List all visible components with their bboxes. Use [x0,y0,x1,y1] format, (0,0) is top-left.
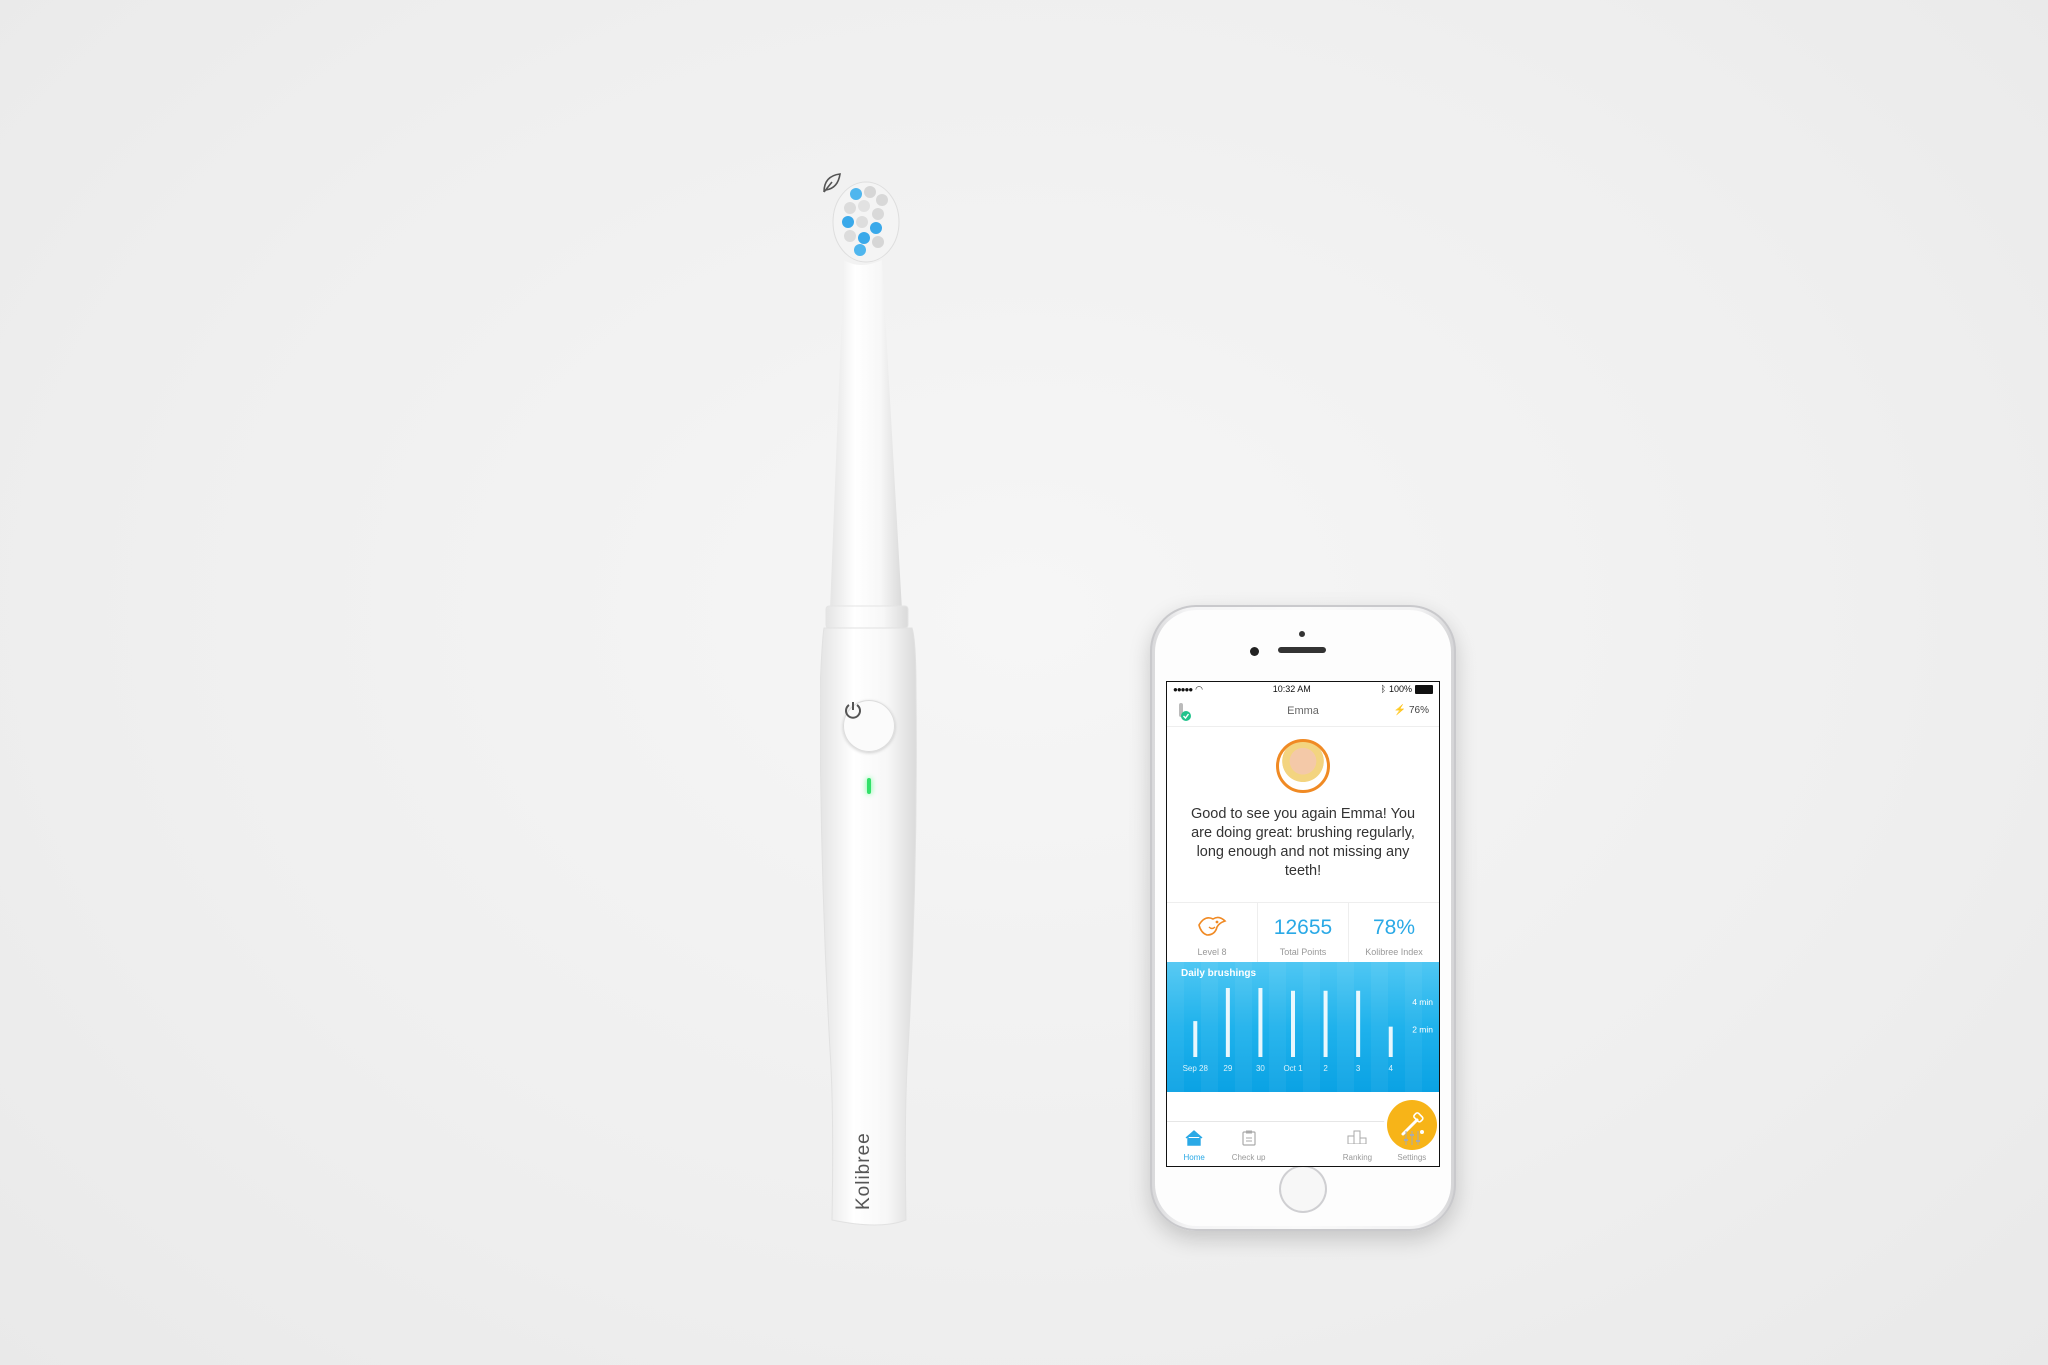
brand-name: Kolibree [853,1132,874,1210]
x-tick-label: 30 [1256,1064,1265,1073]
x-tick-label: Oct 1 [1283,1064,1303,1073]
stat-index[interactable]: 78% Kolibree Index [1349,903,1439,963]
user-name[interactable]: Emma [1287,705,1319,717]
home-button[interactable] [1279,1165,1327,1213]
avatar[interactable] [1276,739,1330,793]
y-tick-label: 4 min [1412,997,1433,1007]
stat-value: 78% [1372,916,1416,939]
stat-value: 12655 [1273,916,1333,939]
tab-bar: Home Check up Ranking Settings [1167,1100,1439,1166]
tab-home[interactable]: Home [1167,1122,1221,1166]
tab-ranking[interactable]: Ranking [1330,1122,1384,1166]
chart-bar[interactable] [1258,988,1263,1057]
podium-icon [1347,1130,1367,1144]
proximity-sensor [1299,631,1305,637]
x-tick-label: 29 [1223,1064,1232,1073]
x-tick-label: 3 [1356,1064,1361,1073]
app-header: Emma ⚡ 76% [1167,696,1439,727]
stat-level[interactable]: Level 8 [1167,903,1258,963]
earpiece [1278,647,1326,653]
power-button[interactable] [843,700,895,752]
chart-stripe [1303,962,1320,1092]
home-icon [1185,1130,1203,1146]
status-time: 10:32 AM [1272,684,1311,694]
app-screen: ●●●●● ◠ 10:32 AM ᛒ 100% Emma ⚡ 76% Good … [1167,682,1439,1166]
toothbrush: Kolibree [820,170,970,1240]
clipboard-icon [1242,1130,1256,1146]
chart-stripe [1167,962,1184,1092]
hummingbird-icon [1198,916,1227,936]
chart-bar[interactable] [1291,990,1295,1057]
y-tick-label: 2 min [1412,1024,1433,1034]
bolt-icon: ⚡ [1393,705,1407,716]
stat-label: Total Points [1279,947,1327,957]
x-tick-label: 2 [1323,1064,1328,1073]
stat-label: Kolibree Index [1365,947,1423,957]
toothbrush-connected-icon[interactable] [1177,702,1191,722]
bluetooth-icon: ᛒ [1380,684,1386,694]
chart-bar[interactable] [1193,1021,1198,1057]
chart-plot: 4 min 2 min Sep 28 29 30 Oct 1 2 3 4 [1167,962,1433,1092]
battery-percent: 100% [1388,684,1412,694]
stat-points[interactable]: 12655 Total Points [1258,903,1349,963]
chart-stripe [1235,962,1252,1092]
status-bar: ●●●●● ◠ 10:32 AM ᛒ 100% [1167,682,1439,696]
chart-bar[interactable] [1356,990,1361,1057]
stat-label: Level 8 [1197,947,1227,957]
battery-icon [1415,684,1433,694]
power-icon [845,702,861,719]
smartphone: ●●●●● ◠ 10:32 AM ᛒ 100% Emma ⚡ 76% Good … [1150,605,1456,1231]
x-tick-label: Sep 28 [1183,1064,1209,1073]
signal-icon: ●●●●● [1173,684,1193,694]
chart-bar[interactable] [1388,1026,1393,1057]
chart-stripe [1371,962,1388,1092]
x-tick-label: 4 [1388,1064,1393,1073]
daily-brushings-chart[interactable]: Daily brushings 4 min 2 min Sep 28 29 30 Oct … [1167,962,1439,1092]
chart-stripe [1337,962,1354,1092]
tab-check-up[interactable]: Check up [1221,1122,1275,1166]
sliders-icon [1403,1131,1420,1145]
stats-row: Level 8 12655 Total Points 78% Kolibree … [1167,902,1439,963]
wifi-icon: ◠ [1195,683,1204,694]
status-led [867,778,871,794]
kolibree-leaf-icon [823,173,841,193]
brush-battery: ⚡ 76% [1393,705,1429,716]
front-camera [1250,647,1259,656]
chart-bar[interactable] [1225,988,1230,1057]
tab-settings[interactable]: Settings [1385,1122,1439,1166]
chart-bar[interactable] [1323,990,1328,1057]
greeting-message: Good to see you again Emma! You are doin… [1190,806,1416,879]
tab-brush[interactable] [1276,1100,1437,1166]
